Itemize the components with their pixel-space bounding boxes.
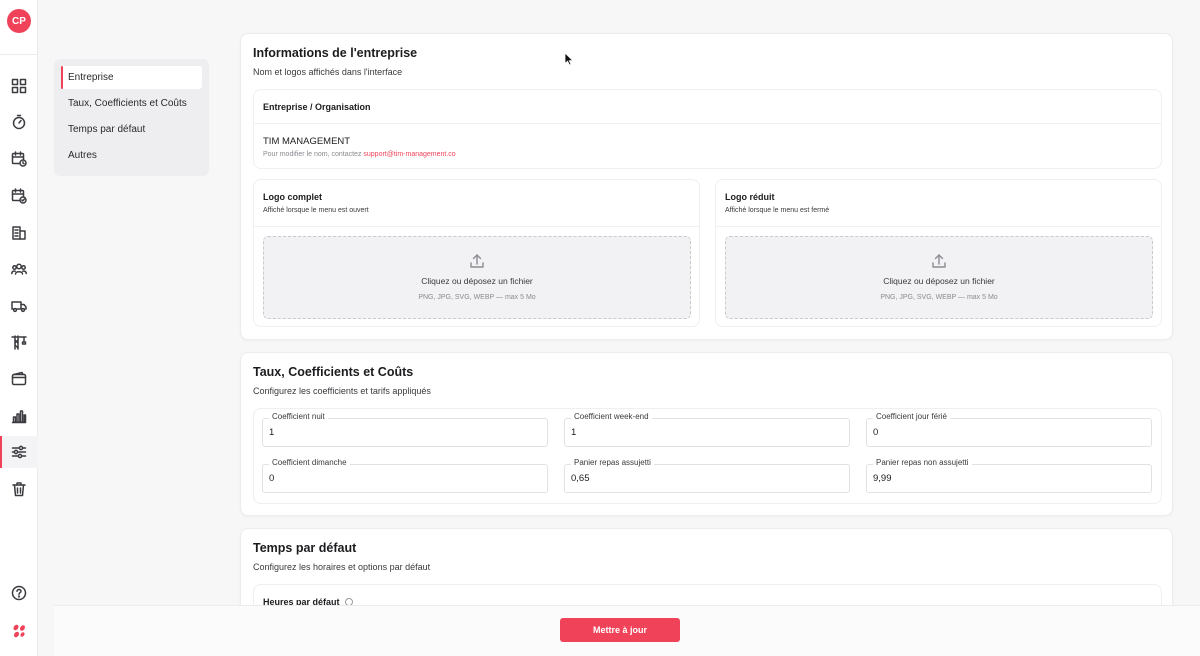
- subnav-item-label: Taux, Coefficients et Coûts: [68, 98, 187, 109]
- organisation-label: Entreprise / Organisation: [263, 102, 371, 112]
- logo-small-box: Logo réduit Affiché lorsque le menu est …: [715, 179, 1162, 327]
- dashboard-icon[interactable]: [9, 76, 29, 96]
- rail-divider: [0, 54, 38, 55]
- coefficient-nuit-field[interactable]: Coefficient nuit: [262, 412, 548, 447]
- subnav-item-taux[interactable]: Taux, Coefficients et Coûts: [61, 92, 202, 115]
- subnav-item-label: Entreprise: [68, 72, 114, 83]
- rates-card: Taux, Coefficients et Coûts Configurez l…: [240, 352, 1173, 516]
- card-title: Taux, Coefficients et Coûts: [253, 365, 414, 379]
- logo-icon: [9, 621, 29, 641]
- panier-repas-non-assujetti-input[interactable]: [873, 473, 1143, 484]
- panier-repas-non-assujetti-field[interactable]: Panier repas non assujetti: [866, 458, 1152, 493]
- subnav-item-autres[interactable]: Autres: [61, 144, 202, 167]
- subnav-item-label: Temps par défaut: [68, 124, 146, 135]
- card-subtitle: Configurez les coefficients et tarifs ap…: [253, 386, 431, 396]
- upload-icon: [931, 253, 947, 269]
- coefficient-jour-ferie-input[interactable]: [873, 427, 1143, 438]
- logo-full-dropzone[interactable]: Cliquez ou déposez un fichier PNG, JPG, …: [263, 236, 691, 319]
- upload-icon: [469, 253, 485, 269]
- subnav-item-temps[interactable]: Temps par défaut: [61, 118, 202, 141]
- field-label: Coefficient week-end: [571, 412, 652, 421]
- calendar-clock-icon[interactable]: [9, 149, 29, 169]
- settings-sliders-icon[interactable]: [9, 442, 29, 462]
- divider: [716, 226, 1161, 227]
- coefficient-dimanche-field[interactable]: Coefficient dimanche: [262, 458, 548, 493]
- logo-full-box: Logo complet Affiché lorsque le menu est…: [253, 179, 700, 327]
- subnav-item-label: Autres: [68, 150, 97, 161]
- dropzone-text: Cliquez ou déposez un fichier: [421, 276, 533, 286]
- coefficient-jour-ferie-field[interactable]: Coefficient jour férié: [866, 412, 1152, 447]
- divider: [254, 123, 1161, 124]
- settings-subnav: Entreprise Taux, Coefficients et Coûts T…: [54, 59, 209, 176]
- mouse-cursor-icon: [564, 52, 574, 66]
- company-info-card: Informations de l'entreprise Nom et logo…: [240, 33, 1173, 340]
- support-email-link[interactable]: support@tim-management.co: [363, 151, 455, 158]
- card-title: Informations de l'entreprise: [253, 46, 418, 60]
- organisation-contact: Pour modifier le nom, contactez support@…: [263, 151, 456, 158]
- coefficient-weekend-field[interactable]: Coefficient week-end: [564, 412, 850, 447]
- organisation-box: Entreprise / Organisation TIM MANAGEMENT…: [253, 89, 1162, 169]
- panier-repas-assujetti-input[interactable]: [571, 473, 841, 484]
- dropzone-hint: PNG, JPG, SVG, WEBP — max 5 Mo: [880, 294, 998, 301]
- field-label: Coefficient jour férié: [873, 412, 950, 421]
- dropzone-hint: PNG, JPG, SVG, WEBP — max 5 Mo: [418, 294, 536, 301]
- rates-fields-box: Coefficient nuit Coefficient week-end Co…: [253, 408, 1162, 504]
- card-subtitle: Configurez les horaires et options par d…: [253, 562, 431, 572]
- logo-small-desc: Affiché lorsque le menu est fermé: [725, 207, 830, 214]
- wallet-icon[interactable]: [9, 369, 29, 389]
- left-rail: CP: [0, 0, 38, 656]
- logo-full-desc: Affiché lorsque le menu est ouvert: [263, 207, 369, 214]
- team-icon[interactable]: [9, 259, 29, 279]
- chart-icon[interactable]: [9, 406, 29, 426]
- organisation-name: TIM MANAGEMENT: [263, 136, 351, 147]
- update-button[interactable]: Mettre à jour: [560, 618, 680, 642]
- logo-small-dropzone[interactable]: Cliquez ou déposez un fichier PNG, JPG, …: [725, 236, 1153, 319]
- calendar-check-icon[interactable]: [9, 186, 29, 206]
- logo-small-title: Logo réduit: [725, 192, 775, 202]
- coefficient-nuit-input[interactable]: [269, 427, 539, 438]
- field-label: Coefficient nuit: [269, 412, 328, 421]
- dropzone-text: Cliquez ou déposez un fichier: [883, 276, 995, 286]
- timer-icon[interactable]: [9, 112, 29, 132]
- coefficient-dimanche-input[interactable]: [269, 473, 539, 484]
- panier-repas-assujetti-field[interactable]: Panier repas assujetti: [564, 458, 850, 493]
- contact-prefix: Pour modifier le nom, contactez: [263, 151, 364, 158]
- avatar[interactable]: CP: [7, 9, 31, 33]
- divider: [254, 226, 699, 227]
- field-label: Panier repas assujetti: [571, 458, 654, 467]
- help-icon[interactable]: [9, 583, 29, 603]
- coefficient-weekend-input[interactable]: [571, 427, 841, 438]
- building-icon[interactable]: [9, 223, 29, 243]
- crane-icon[interactable]: [9, 332, 29, 352]
- field-label: Coefficient dimanche: [269, 458, 350, 467]
- card-subtitle: Nom et logos affichés dans l'interface: [253, 67, 403, 77]
- card-title: Temps par défaut: [253, 541, 357, 555]
- subnav-item-entreprise[interactable]: Entreprise: [61, 66, 202, 89]
- logo-full-title: Logo complet: [263, 192, 322, 202]
- truck-icon[interactable]: [9, 296, 29, 316]
- field-label: Panier repas non assujetti: [873, 458, 972, 467]
- trash-icon[interactable]: [9, 479, 29, 499]
